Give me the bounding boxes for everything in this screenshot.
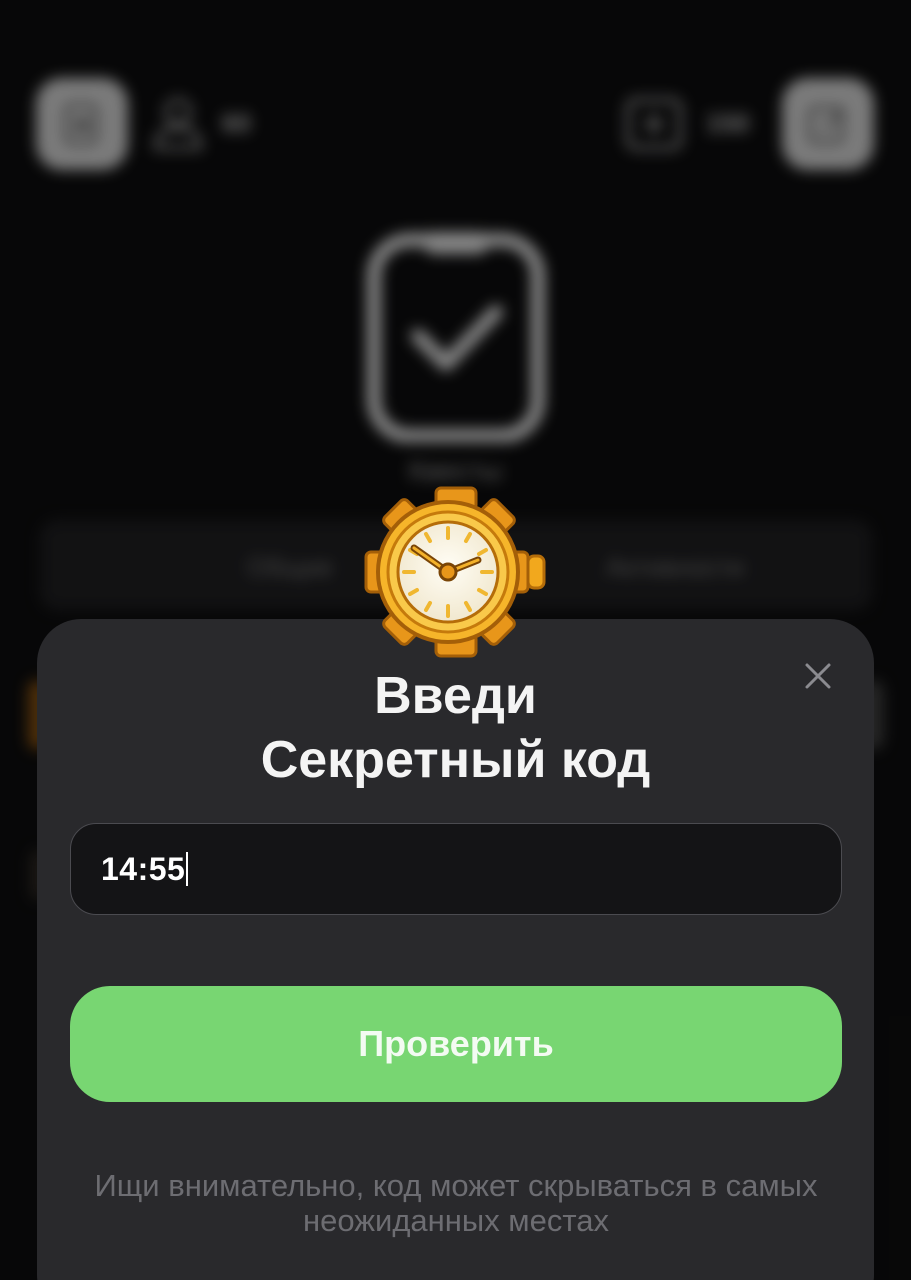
screen: 60 150 Квесты Общие Активности Введи Сек… — [0, 0, 911, 1280]
title-line-2: Секретный код — [260, 731, 651, 789]
title-line-1: Введи — [374, 667, 537, 725]
secret-code-input[interactable]: 14:55 — [70, 823, 842, 915]
check-button[interactable]: Проверить — [70, 986, 842, 1102]
modal-title: Введи Секретный код — [37, 664, 874, 792]
pocket-watch-icon — [364, 486, 546, 658]
check-button-label: Проверить — [358, 1023, 554, 1064]
secret-code-value: 14:55 — [101, 850, 186, 887]
hint-text: Ищи внимательно, код может скрываться в … — [94, 1168, 818, 1238]
text-cursor — [186, 852, 189, 886]
